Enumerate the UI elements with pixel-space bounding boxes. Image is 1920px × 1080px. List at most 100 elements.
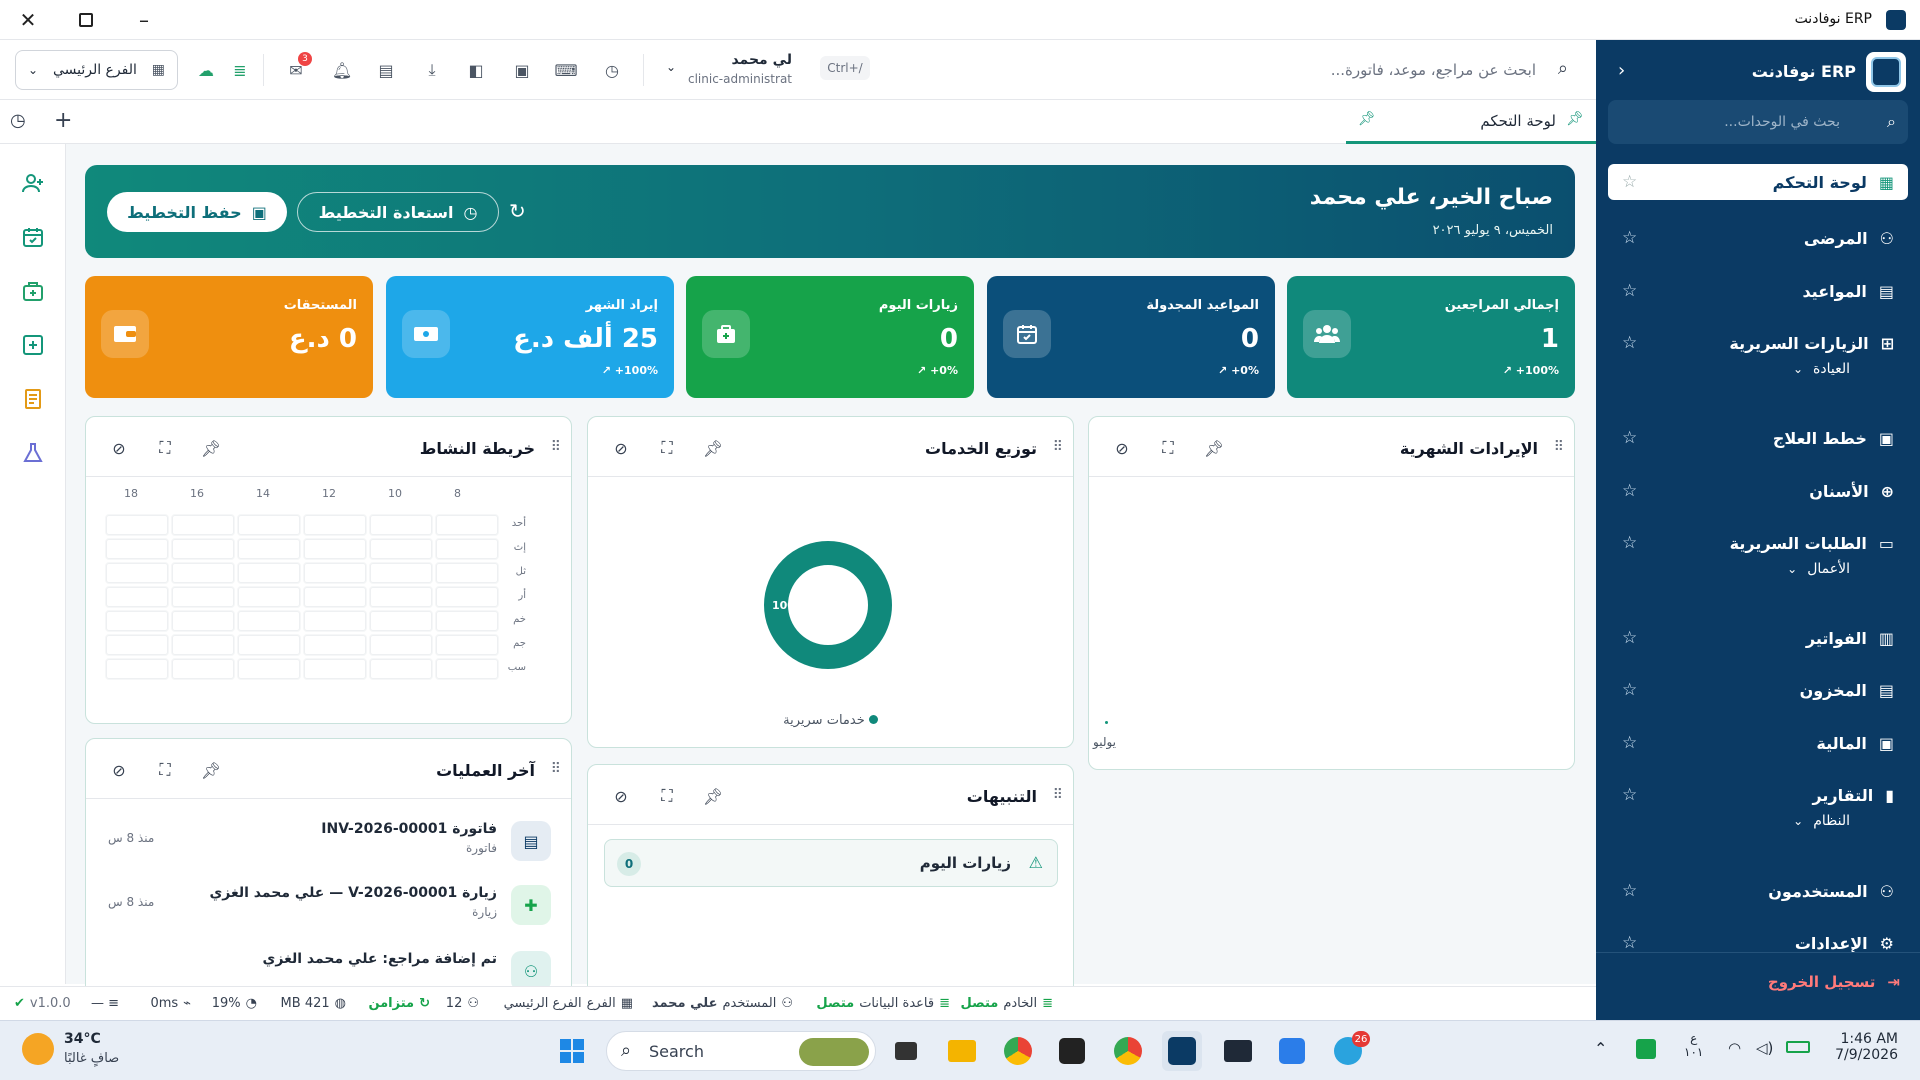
add-tab-button[interactable]: +: [54, 108, 72, 133]
heatmap-cell[interactable]: [436, 515, 498, 535]
alert-item[interactable]: ⚠ زيارات اليوم 0: [604, 839, 1058, 887]
sidebar-group-business[interactable]: الأعمال ⌄: [1608, 554, 1908, 584]
preview-icon[interactable]: ▣: [508, 56, 536, 84]
logout-button[interactable]: ⇥ تسجيل الخروج: [1768, 973, 1900, 991]
heatmap-cell[interactable]: [370, 635, 432, 655]
heatmap-cell[interactable]: [238, 563, 300, 583]
star-icon[interactable]: ☆: [1622, 881, 1637, 901]
photos-app-icon[interactable]: [1272, 1031, 1312, 1071]
hide-eye-icon[interactable]: ⊘: [108, 437, 130, 459]
hide-eye-icon[interactable]: ⊘: [610, 785, 632, 807]
refresh-icon[interactable]: ↻: [509, 199, 526, 223]
heatmap-cell[interactable]: [106, 563, 168, 583]
pin-icon[interactable]: 📌︎: [200, 437, 222, 459]
heatmap-cell[interactable]: [436, 563, 498, 583]
chrome-icon[interactable]: [998, 1031, 1038, 1071]
heatmap-cell[interactable]: [106, 587, 168, 607]
language-indicator[interactable]: ع ١٠١: [1684, 1031, 1703, 1059]
collapse-sidebar-chevron-icon[interactable]: ›: [1618, 60, 1625, 81]
kpi-today-visits[interactable]: زيارات اليوم 0 ↗ +0%: [686, 276, 974, 398]
module-search-input[interactable]: ⌕ بحث في الوحدات...: [1608, 100, 1908, 144]
volume-icon[interactable]: ◁): [1756, 1039, 1773, 1057]
heatmap-cell[interactable]: [436, 635, 498, 655]
heatmap-cell[interactable]: [238, 539, 300, 559]
download-icon[interactable]: ⤓: [418, 56, 446, 84]
close-window-button[interactable]: ✕: [8, 0, 48, 40]
tray-app-icon[interactable]: [1636, 1039, 1656, 1059]
heatmap-cell[interactable]: [106, 515, 168, 535]
heatmap-cell[interactable]: [238, 587, 300, 607]
heatmap-cell[interactable]: [106, 659, 168, 679]
heatmap-cell[interactable]: [370, 563, 432, 583]
menu-icon[interactable]: ≡ —: [91, 996, 119, 1011]
heatmap-cell[interactable]: [172, 515, 234, 535]
task-view-icon[interactable]: [886, 1031, 926, 1071]
pin-icon[interactable]: 📌︎: [702, 437, 724, 459]
heatmap-cell[interactable]: [304, 587, 366, 607]
heatmap-cell[interactable]: [172, 539, 234, 559]
expand-icon[interactable]: ⛶: [1157, 437, 1179, 459]
heatmap-cell[interactable]: [436, 539, 498, 559]
sidebar-item-patients[interactable]: ⚇ المرضى ☆: [1608, 216, 1908, 260]
heatmap-cell[interactable]: [370, 659, 432, 679]
terminal-icon[interactable]: ⌨: [552, 56, 580, 84]
expand-icon[interactable]: ⛶: [154, 759, 176, 781]
heatmap-cell[interactable]: [304, 659, 366, 679]
kpi-month-revenue[interactable]: إيراد الشهر 25 ألف د.ع ↗ +100%: [386, 276, 674, 398]
drag-handle-icon[interactable]: ⠿: [1554, 439, 1564, 455]
tray-chevron-up-icon[interactable]: ⌃: [1594, 1039, 1607, 1058]
pin-icon[interactable]: 📌︎: [1203, 437, 1225, 459]
add-visit-icon[interactable]: [18, 330, 48, 360]
heatmap-cell[interactable]: [172, 659, 234, 679]
star-icon[interactable]: ☆: [1622, 281, 1637, 301]
star-icon[interactable]: ☆: [1622, 333, 1637, 353]
lab-flask-icon[interactable]: [18, 438, 48, 468]
save-layout-button[interactable]: ▣ حفظ التخطيط: [107, 192, 287, 232]
sidebar-item-invoices[interactable]: ▥ الفواتير ☆: [1608, 616, 1908, 660]
heatmap-cell[interactable]: [436, 659, 498, 679]
cloud-sync-icon[interactable]: ☁: [192, 56, 220, 84]
sidebar-item-users[interactable]: ⚇ المستخدمون ☆: [1608, 869, 1908, 913]
heatmap-cell[interactable]: [304, 515, 366, 535]
terminal-app-icon[interactable]: [1218, 1031, 1258, 1071]
calendar-check-icon[interactable]: [18, 222, 48, 252]
hide-eye-icon[interactable]: ⊘: [108, 759, 130, 781]
kpi-receivables[interactable]: المستحقات 0 د.ع: [85, 276, 373, 398]
heatmap-cell[interactable]: [304, 635, 366, 655]
heatmap-cell[interactable]: [238, 611, 300, 631]
medical-bag-icon[interactable]: [18, 276, 48, 306]
wifi-icon[interactable]: ◠: [1728, 1039, 1741, 1057]
pin-icon[interactable]: 📌︎: [702, 785, 724, 807]
heatmap-cell[interactable]: [238, 659, 300, 679]
heatmap-cell[interactable]: [370, 587, 432, 607]
windows-start-icon[interactable]: [552, 1031, 592, 1071]
add-patient-icon[interactable]: [18, 168, 48, 198]
heatmap-cell[interactable]: [304, 539, 366, 559]
heatmap-cell[interactable]: [370, 515, 432, 535]
kpi-total-patients[interactable]: إجمالي المراجعين 1 ↗ +100%: [1287, 276, 1575, 398]
app-cube-icon[interactable]: [1052, 1031, 1092, 1071]
mail-icon[interactable]: ✉ 3: [282, 52, 312, 84]
sidebar-item-settings[interactable]: ⚙ الإعدادات ☆: [1608, 921, 1908, 965]
invoice-icon[interactable]: [18, 384, 48, 414]
heatmap-cell[interactable]: [172, 611, 234, 631]
weather-moon-icon[interactable]: [22, 1033, 54, 1065]
kpi-scheduled-appointments[interactable]: المواعيد المجدولة 0 ↗ +0%: [987, 276, 1275, 398]
heatmap-cell[interactable]: [436, 611, 498, 631]
drag-handle-icon[interactable]: ⠿: [1053, 439, 1063, 455]
clock[interactable]: 1:46 AM 7/9/2026: [1835, 1031, 1898, 1063]
sidebar-item-inventory[interactable]: ▤ المخزون ☆: [1608, 668, 1908, 712]
clipboard-icon[interactable]: ▤: [372, 56, 400, 84]
history-icon[interactable]: ◷: [598, 56, 626, 84]
heatmap-cell[interactable]: [172, 587, 234, 607]
star-icon[interactable]: ☆: [1622, 628, 1637, 648]
taskbar-search-input[interactable]: ⌕ Search: [606, 1031, 876, 1071]
sidebar-group-system[interactable]: النظام ⌄: [1608, 806, 1908, 836]
star-icon[interactable]: ☆: [1622, 933, 1637, 953]
sidebar-item-appointments[interactable]: ▤ المواعيد ☆: [1608, 269, 1908, 313]
restore-window-button[interactable]: [66, 0, 106, 40]
pin-icon[interactable]: 📌︎: [200, 759, 222, 781]
file-explorer-icon[interactable]: [942, 1031, 982, 1071]
panel-toggle-icon[interactable]: ◧: [462, 56, 490, 84]
heatmap-cell[interactable]: [172, 563, 234, 583]
